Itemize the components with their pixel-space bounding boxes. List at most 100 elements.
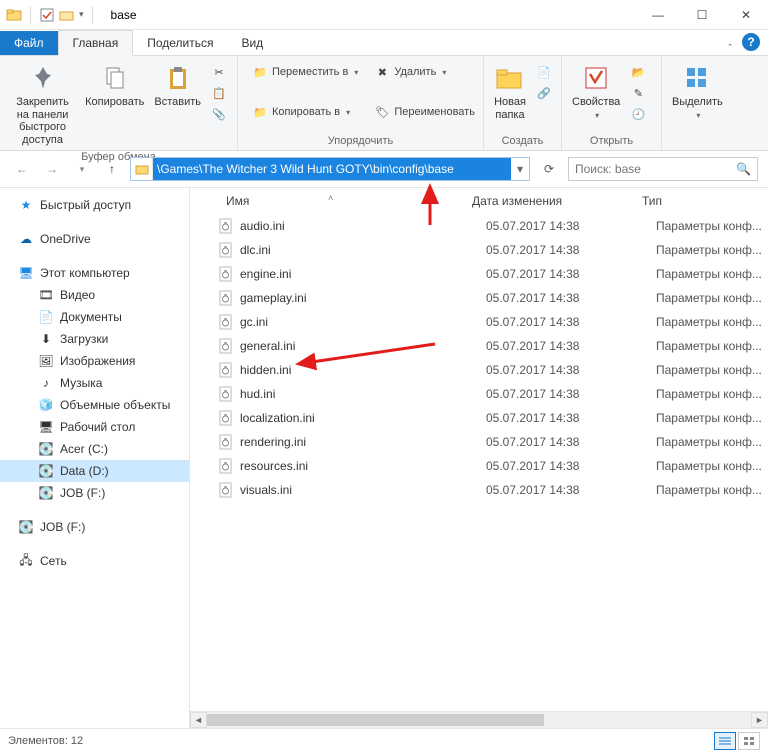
file-name: dlc.ini [240,243,486,257]
close-button[interactable]: ✕ [724,0,768,30]
address-input[interactable]: \Games\The Witcher 3 Wild Hunt GOTY\bin\… [153,158,511,180]
sidebar-pictures[interactable]: 🖼Изображения [0,350,189,372]
sidebar-quick-access[interactable]: ★Быстрый доступ [0,194,189,216]
video-icon: 🎞 [38,287,54,303]
minimize-button[interactable]: — [636,0,680,30]
icons-view-button[interactable] [738,732,760,750]
delete-button[interactable]: ✖Удалить▾ [370,62,479,82]
tab-view[interactable]: Вид [227,31,277,55]
sidebar-desktop[interactable]: 🖥Рабочий стол [0,416,189,438]
file-date: 05.07.2017 14:38 [486,483,656,497]
easy-access-button[interactable]: 🔗 [532,83,556,103]
file-row[interactable]: resources.ini05.07.2017 14:38Параметры к… [198,454,768,478]
file-name: rendering.ini [240,435,486,449]
sidebar-drive-c[interactable]: 💽Acer (C:) [0,438,189,460]
details-view-button[interactable] [714,732,736,750]
paste-shortcut-button[interactable]: 📎 [207,104,231,124]
file-row[interactable]: engine.ini05.07.2017 14:38Параметры конф… [198,262,768,286]
sidebar-documents[interactable]: 📄Документы [0,306,189,328]
file-type: Параметры конф... [656,219,768,233]
file-row[interactable]: localization.ini05.07.2017 14:38Параметр… [198,406,768,430]
sidebar-3d-objects[interactable]: 🧊Объемные объекты [0,394,189,416]
copy-to-button[interactable]: 📁Копировать в▾ [248,102,362,122]
column-type[interactable]: Тип [634,194,768,208]
sidebar-drive-f2[interactable]: 💽JOB (F:) [0,516,189,538]
search-box[interactable]: 🔍 [568,157,758,181]
maximize-button[interactable]: ☐ [680,0,724,30]
scroll-left-arrow[interactable]: ◄ [190,712,207,728]
new-folder-button[interactable]: Новая папка [490,60,530,123]
address-folder-icon [131,158,153,180]
file-row[interactable]: visuals.ini05.07.2017 14:38Параметры кон… [198,478,768,502]
status-bar: Элементов: 12 [0,728,768,752]
properties-button[interactable]: Свойства▾ [568,60,624,122]
file-row[interactable]: hud.ini05.07.2017 14:38Параметры конф... [198,382,768,406]
rename-button[interactable]: 🏷Переименовать [370,102,479,122]
help-icon[interactable]: ? [742,33,760,51]
file-row[interactable]: hidden.ini05.07.2017 14:38Параметры конф… [198,358,768,382]
forward-button[interactable]: → [40,157,64,181]
sidebar-drive-d[interactable]: 💽Data (D:) [0,460,189,482]
sidebar-network[interactable]: 🖧Сеть [0,550,189,572]
pin-to-quick-access-button[interactable]: Закрепить на панели быстрого доступа [6,60,79,149]
file-row[interactable]: gc.ini05.07.2017 14:38Параметры конф... [198,310,768,334]
file-date: 05.07.2017 14:38 [486,435,656,449]
cube-icon: 🧊 [38,397,54,413]
file-row[interactable]: audio.ini05.07.2017 14:38Параметры конф.… [198,214,768,238]
column-name[interactable]: Имя˄ [218,194,464,208]
file-row[interactable]: dlc.ini05.07.2017 14:38Параметры конф... [198,238,768,262]
open-button[interactable]: 📂 [626,62,650,82]
sidebar-music[interactable]: ♪Музыка [0,372,189,394]
group-organize-label: Упорядочить [238,133,483,150]
qat-dropdown[interactable]: ▾ [79,9,84,20]
pictures-icon: 🖼 [38,353,54,369]
file-row[interactable]: rendering.ini05.07.2017 14:38Параметры к… [198,430,768,454]
collapse-ribbon-icon[interactable]: ˆ [722,43,738,55]
file-row[interactable]: gameplay.ini05.07.2017 14:38Параметры ко… [198,286,768,310]
select-all-button[interactable]: Выделить▾ [668,60,727,122]
back-button[interactable]: ← [10,157,34,181]
open-icon: 📂 [630,64,646,80]
documents-icon: 📄 [38,309,54,325]
ini-file-icon [218,482,234,498]
copy-path-button[interactable]: 📋 [207,83,231,103]
file-date: 05.07.2017 14:38 [486,459,656,473]
move-to-button[interactable]: 📁Переместить в▾ [248,62,362,82]
sidebar-videos[interactable]: 🎞Видео [0,284,189,306]
tab-share[interactable]: Поделиться [133,31,227,55]
up-button[interactable]: ↑ [100,157,124,181]
cut-button[interactable]: ✂ [207,62,231,82]
refresh-button[interactable]: ⟳ [536,157,562,181]
navbar: ← → ▾ ↑ \Games\The Witcher 3 Wild Hunt G… [0,151,768,187]
new-folder-icon [494,62,526,94]
scroll-thumb[interactable] [207,714,544,726]
copy-button[interactable]: Копировать [81,60,148,111]
tab-home[interactable]: Главная [58,30,134,56]
search-input[interactable] [575,162,736,176]
pin-icon [27,62,59,94]
qat-checkbox-icon[interactable] [39,7,55,23]
ini-file-icon [218,362,234,378]
paste-button[interactable]: Вставить [150,60,205,111]
file-pane: Имя˄ Дата изменения Тип audio.ini05.07.2… [190,188,768,728]
history-button[interactable]: 🕘 [626,104,650,124]
delete-icon: ✖ [374,64,390,80]
tab-file[interactable]: Файл [0,31,58,55]
sidebar-onedrive[interactable]: ☁OneDrive [0,228,189,250]
address-dropdown-icon[interactable]: ▾ [511,162,529,176]
new-item-button[interactable]: 📄 [532,62,556,82]
recent-locations-button[interactable]: ▾ [70,157,94,181]
address-bar[interactable]: \Games\The Witcher 3 Wild Hunt GOTY\bin\… [130,157,530,181]
sidebar-drive-f1[interactable]: 💽JOB (F:) [0,482,189,504]
column-date[interactable]: Дата изменения [464,194,634,208]
new-item-icon: 📄 [536,64,552,80]
edit-button[interactable]: ✎ [626,83,650,103]
sidebar-downloads[interactable]: ⬇Загрузки [0,328,189,350]
scroll-right-arrow[interactable]: ► [751,712,768,728]
sidebar-this-pc[interactable]: 🖥Этот компьютер [0,262,189,284]
file-type: Параметры конф... [656,267,768,281]
file-row[interactable]: general.ini05.07.2017 14:38Параметры кон… [198,334,768,358]
qat-folder-icon[interactable] [59,7,75,23]
horizontal-scrollbar[interactable]: ◄ ► [190,711,768,728]
file-type: Параметры конф... [656,363,768,377]
